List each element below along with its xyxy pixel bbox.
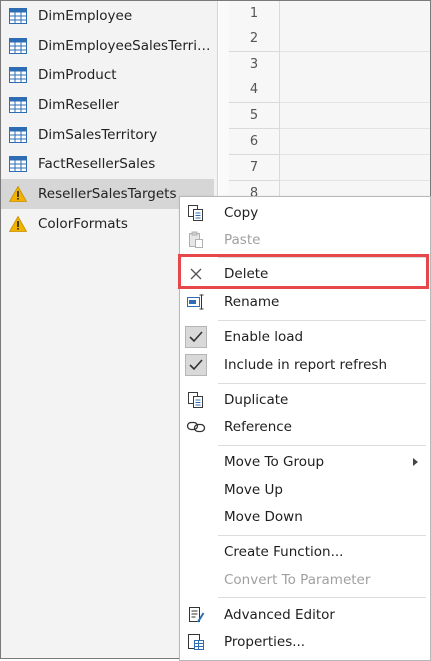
- menu-label: Properties...: [224, 633, 306, 650]
- menu-item-create-function[interactable]: Create Function...: [180, 538, 430, 565]
- table-icon: [9, 67, 27, 83]
- query-label: DimSalesTerritory: [38, 127, 158, 143]
- query-item-dimreseller[interactable]: DimReseller: [1, 90, 214, 120]
- menu-item-include-in-report-refresh[interactable]: Include in report refresh: [180, 351, 430, 378]
- table-icon: [9, 97, 27, 113]
- menu-label: Move To Group: [224, 453, 325, 470]
- menu-separator: [218, 320, 426, 321]
- checkbox-checked-icon: [185, 354, 207, 376]
- duplicate-icon: [185, 389, 207, 411]
- query-item-dimproduct[interactable]: DimProduct: [1, 60, 214, 90]
- copy-icon: [185, 202, 207, 224]
- row-number[interactable]: 4: [229, 77, 280, 103]
- properties-icon: [185, 631, 207, 653]
- query-label: ResellerSalesTargets: [38, 186, 177, 202]
- menu-item-move-down[interactable]: Move Down: [180, 503, 430, 530]
- row-number[interactable]: 5: [229, 103, 280, 129]
- menu-label: Delete: [224, 265, 269, 282]
- menu-separator: [218, 597, 426, 598]
- row-number[interactable]: 2: [229, 26, 280, 52]
- query-label: DimEmployee: [38, 8, 133, 24]
- query-item-dimsalesterritory[interactable]: DimSalesTerritory: [1, 120, 214, 150]
- query-item-dimemployeesalesterritory[interactable]: DimEmployeeSalesTerrit...: [1, 31, 214, 61]
- menu-separator: [218, 257, 426, 258]
- menu-separator: [218, 535, 426, 536]
- warning-icon: [9, 216, 27, 232]
- row-number[interactable]: 6: [229, 129, 280, 155]
- menu-label: Copy: [224, 204, 259, 221]
- table-icon: [9, 8, 27, 24]
- row-number[interactable]: 7: [229, 155, 280, 181]
- grid-row[interactable]: [280, 26, 430, 52]
- grid-row[interactable]: [280, 77, 430, 103]
- query-label: DimEmployeeSalesTerrit...: [38, 38, 214, 54]
- menu-item-advanced-editor[interactable]: Advanced Editor: [180, 601, 430, 628]
- grid-row[interactable]: [280, 103, 430, 129]
- warning-icon: [9, 186, 27, 202]
- link-icon: [185, 416, 207, 438]
- table-icon: [9, 38, 27, 54]
- menu-label: Rename: [224, 293, 280, 310]
- checkbox-checked-icon: [185, 326, 207, 348]
- menu-label: Move Up: [224, 481, 283, 498]
- menu-item-convert-to-parameter[interactable]: Convert To Parameter: [180, 566, 430, 593]
- menu-item-move-up[interactable]: Move Up: [180, 476, 430, 503]
- menu-item-reference[interactable]: Reference: [180, 413, 430, 440]
- menu-item-duplicate[interactable]: Duplicate: [180, 386, 430, 413]
- query-label: FactResellerSales: [38, 156, 156, 172]
- menu-label: Move Down: [224, 508, 303, 525]
- grid-row[interactable]: [280, 52, 430, 78]
- query-label: DimReseller: [38, 97, 120, 113]
- menu-item-enable-load[interactable]: Enable load: [180, 323, 430, 350]
- submenu-arrow-icon: [413, 458, 418, 466]
- menu-label: Advanced Editor: [224, 606, 335, 623]
- menu-item-copy[interactable]: Copy: [180, 199, 430, 226]
- table-icon: [9, 127, 27, 143]
- menu-separator: [218, 383, 426, 384]
- query-context-menu: Copy Paste Delete Rename Enable load Inc…: [179, 196, 431, 661]
- query-item-factresellersales[interactable]: FactResellerSales: [1, 149, 214, 179]
- advanced-editor-icon: [185, 604, 207, 626]
- delete-x-icon: [185, 263, 207, 285]
- menu-item-paste[interactable]: Paste: [180, 226, 430, 253]
- table-icon: [9, 156, 27, 172]
- menu-label: Include in report refresh: [224, 356, 388, 373]
- menu-item-properties[interactable]: Properties...: [180, 628, 430, 655]
- menu-label: Paste: [224, 231, 261, 248]
- menu-item-rename[interactable]: Rename: [180, 288, 430, 315]
- menu-label: Reference: [224, 418, 292, 435]
- grid-row[interactable]: [280, 155, 430, 181]
- query-label: DimProduct: [38, 67, 117, 83]
- menu-item-delete[interactable]: Delete: [180, 260, 430, 287]
- query-item-dimemployee[interactable]: DimEmployee: [1, 1, 214, 31]
- row-number[interactable]: 1: [229, 1, 280, 27]
- paste-icon: [185, 229, 207, 251]
- menu-label: Duplicate: [224, 391, 289, 408]
- menu-label: Convert To Parameter: [224, 571, 371, 588]
- menu-label: Create Function...: [224, 543, 344, 560]
- menu-separator: [218, 445, 426, 446]
- menu-item-move-to-group[interactable]: Move To Group: [180, 448, 430, 475]
- query-label: ColorFormats: [38, 216, 128, 232]
- row-number[interactable]: 3: [229, 52, 280, 78]
- grid-row[interactable]: [280, 129, 430, 155]
- grid-row[interactable]: [280, 1, 430, 27]
- rename-icon: [185, 291, 207, 313]
- menu-label: Enable load: [224, 328, 304, 345]
